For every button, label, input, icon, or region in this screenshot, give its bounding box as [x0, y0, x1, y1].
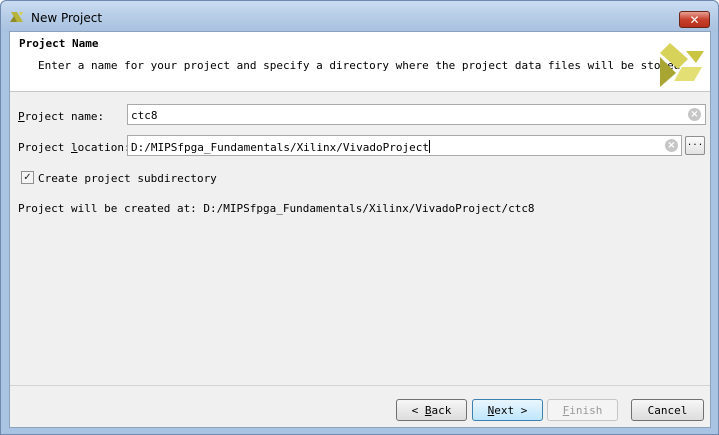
- title-bar[interactable]: New Project ✕: [1, 1, 718, 31]
- next-button[interactable]: Next >: [472, 399, 543, 421]
- page-description: Enter a name for your project and specif…: [38, 59, 688, 72]
- button-bar-separator: [10, 385, 710, 386]
- create-subdirectory-label: Create project subdirectory: [38, 172, 217, 185]
- vivado-logo-icon: [660, 43, 704, 87]
- create-subdirectory-checkbox[interactable]: ✓: [21, 171, 34, 184]
- back-button[interactable]: < Back: [396, 399, 467, 421]
- close-button[interactable]: ✕: [679, 11, 710, 28]
- project-location-label: Project location:: [18, 141, 131, 154]
- page-title: Project Name: [19, 37, 99, 50]
- clear-icon[interactable]: ×: [688, 108, 701, 121]
- cancel-button[interactable]: Cancel: [631, 399, 704, 421]
- project-name-input[interactable]: ctc8: [127, 104, 706, 125]
- project-path-summary: Project will be created at: D:/MIPSfpga_…: [18, 202, 535, 215]
- project-location-input[interactable]: D:/MIPSfpga_Fundamentals/Xilinx/VivadoPr…: [127, 135, 682, 156]
- text-cursor: [429, 140, 431, 153]
- checkmark-icon: ✓: [23, 172, 32, 183]
- dialog-body: Project Name Enter a name for your proje…: [9, 31, 711, 428]
- clear-icon[interactable]: ×: [665, 139, 678, 152]
- header-panel: Project Name Enter a name for your proje…: [10, 32, 710, 92]
- new-project-dialog: New Project ✕ Project Name Enter a name …: [0, 0, 719, 435]
- project-name-value: ctc8: [131, 109, 158, 122]
- project-location-value: D:/MIPSfpga_Fundamentals/Xilinx/VivadoPr…: [131, 141, 430, 154]
- window-title: New Project: [31, 11, 103, 25]
- project-name-label: Project name:: [18, 110, 105, 123]
- browse-button[interactable]: ...: [685, 136, 705, 155]
- finish-button[interactable]: Finish: [547, 399, 618, 421]
- vivado-logo-icon: [10, 12, 23, 22]
